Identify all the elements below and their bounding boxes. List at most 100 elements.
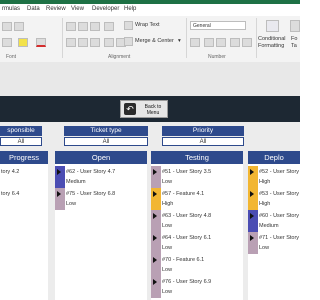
priority-color-bar bbox=[151, 188, 161, 210]
ticket-title: #62 - User Story 4.7 bbox=[66, 169, 116, 175]
number-format-value: General bbox=[193, 23, 211, 29]
ticket-priority: Low bbox=[162, 267, 173, 273]
priority-color-bar bbox=[151, 254, 161, 276]
tab-view[interactable]: View bbox=[71, 6, 84, 12]
filter-ticket-type-value[interactable]: All bbox=[64, 137, 148, 146]
percent-style-icon[interactable] bbox=[204, 38, 214, 47]
ticket-card[interactable]: #60 - User Story Medium bbox=[248, 210, 300, 232]
format-as-table-label-2[interactable]: Ta bbox=[291, 43, 297, 49]
ticket-title: tory 6.4 bbox=[1, 191, 20, 197]
chevron-down-icon[interactable]: ▾ bbox=[178, 38, 181, 44]
ticket-title: #57 - Feature 4.1 bbox=[162, 191, 205, 197]
align-left-icon[interactable] bbox=[66, 38, 76, 47]
ticket-card[interactable]: #52 - User Story High bbox=[248, 166, 300, 188]
ticket-priority: High bbox=[259, 179, 271, 185]
ticket-title: tory 4.2 bbox=[1, 169, 20, 175]
ticket-priority: Medium bbox=[259, 223, 279, 229]
align-right-icon[interactable] bbox=[90, 38, 100, 47]
font-size-up-icon[interactable] bbox=[2, 22, 12, 31]
ticket-title: #63 - User Story 4.8 bbox=[162, 213, 212, 219]
conditional-formatting-label-2[interactable]: Formatting bbox=[258, 43, 284, 49]
priority-color-bar bbox=[248, 188, 258, 210]
tab-review[interactable]: Review bbox=[46, 6, 66, 12]
flag-icon bbox=[153, 235, 157, 241]
ticket-title: #60 - User Story bbox=[259, 213, 300, 219]
back-to-menu-button[interactable]: ↶ Back to Menu bbox=[120, 100, 168, 118]
format-as-table-icon[interactable] bbox=[290, 20, 300, 32]
number-format-select[interactable]: General bbox=[190, 21, 246, 30]
flag-icon bbox=[57, 191, 61, 197]
priority-color-bar bbox=[248, 166, 258, 188]
orientation-icon[interactable] bbox=[104, 22, 114, 31]
arrow-left-icon: ↶ bbox=[124, 103, 136, 115]
column-deployed: #52 - User Story High #53 - User Story H… bbox=[248, 164, 300, 300]
ticket-card[interactable]: tory 4.2 bbox=[0, 166, 48, 188]
currency-format-icon[interactable] bbox=[190, 38, 200, 47]
column-header-open: Open bbox=[55, 151, 147, 164]
wrap-text-button[interactable]: Wrap Text bbox=[135, 22, 160, 28]
borders-icon[interactable] bbox=[2, 38, 12, 47]
ticket-title: #76 - User Story 6.9 bbox=[162, 279, 212, 285]
decrease-indent-icon[interactable] bbox=[104, 38, 114, 47]
ticket-card[interactable]: #51 - User Story 3.5 Low bbox=[151, 166, 243, 188]
priority-color-bar bbox=[55, 188, 65, 210]
tab-help[interactable]: Help bbox=[124, 6, 136, 12]
sheet-blank-area bbox=[0, 62, 300, 96]
priority-color-bar bbox=[151, 232, 161, 254]
flag-icon bbox=[153, 191, 157, 197]
decrease-decimal-icon[interactable] bbox=[242, 38, 252, 47]
ticket-priority: Low bbox=[162, 245, 173, 251]
filter-responsible-value[interactable]: All bbox=[0, 137, 42, 146]
divider bbox=[256, 18, 257, 58]
ticket-card[interactable]: #70 - Feature 6.1 Low bbox=[151, 254, 243, 276]
priority-color-bar bbox=[248, 232, 258, 254]
font-size-down-icon[interactable] bbox=[14, 22, 24, 31]
back-to-menu-label: Back to Menu bbox=[139, 104, 167, 116]
fill-color-icon[interactable] bbox=[18, 38, 28, 47]
ribbon-tabs: rmulas Data Review View Developer Help bbox=[0, 4, 300, 16]
ribbon: Wrap Text Merge & Center ▾ General Condi… bbox=[0, 16, 300, 63]
wrap-text-icon bbox=[124, 21, 133, 30]
column-header-deployed: Deplo bbox=[248, 151, 300, 164]
ticket-card[interactable]: tory 6.4 bbox=[0, 188, 48, 210]
ticket-card[interactable]: #76 - User Story 6.9 Low bbox=[151, 276, 243, 298]
conditional-formatting-label-1[interactable]: Conditional bbox=[258, 36, 286, 42]
column-open: #62 - User Story 4.7 Medium #75 - User S… bbox=[55, 164, 147, 300]
flag-icon bbox=[250, 169, 254, 175]
increase-decimal-icon[interactable] bbox=[230, 38, 240, 47]
filter-priority-label: Priority bbox=[162, 126, 244, 136]
flag-icon bbox=[153, 169, 157, 175]
ticket-card[interactable]: #63 - User Story 4.8 Low bbox=[151, 210, 243, 232]
ticket-card[interactable]: #62 - User Story 4.7 Medium bbox=[55, 166, 147, 188]
ticket-priority: Low bbox=[259, 245, 270, 251]
font-color-icon[interactable] bbox=[36, 38, 46, 47]
align-middle-icon[interactable] bbox=[78, 22, 88, 31]
format-as-table-label-1[interactable]: Fo bbox=[291, 36, 297, 42]
ticket-card[interactable]: #53 - User Story High bbox=[248, 188, 300, 210]
merge-center-button[interactable]: Merge & Center bbox=[135, 38, 174, 44]
filter-priority-value[interactable]: All bbox=[162, 137, 244, 146]
ticket-title: #53 - User Story bbox=[259, 191, 300, 197]
flag-icon bbox=[57, 169, 61, 175]
column-header-testing: Testing bbox=[151, 151, 243, 164]
ticket-card[interactable]: #75 - User Story 6.8 Low bbox=[55, 188, 147, 210]
tab-data[interactable]: Data bbox=[27, 6, 40, 12]
comma-style-icon[interactable] bbox=[216, 38, 226, 47]
align-center-icon[interactable] bbox=[78, 38, 88, 47]
ticket-priority: Low bbox=[162, 289, 173, 295]
ticket-card[interactable]: #57 - Feature 4.1 High bbox=[151, 188, 243, 210]
ticket-title: #64 - User Story 6.1 bbox=[162, 235, 212, 241]
tab-developer[interactable]: Developer bbox=[92, 6, 119, 12]
ticket-priority: High bbox=[259, 201, 271, 207]
align-bottom-icon[interactable] bbox=[90, 22, 100, 31]
ticket-title: #52 - User Story bbox=[259, 169, 300, 175]
conditional-formatting-icon[interactable] bbox=[266, 20, 279, 32]
tab-formulas[interactable]: rmulas bbox=[2, 6, 20, 12]
ticket-card[interactable]: #71 - User Story Low bbox=[248, 232, 300, 254]
column-testing: #51 - User Story 3.5 Low #57 - Feature 4… bbox=[151, 164, 243, 300]
filter-responsible-label: sponsible bbox=[0, 126, 42, 136]
ticket-card[interactable]: #64 - User Story 6.1 Low bbox=[151, 232, 243, 254]
align-top-icon[interactable] bbox=[66, 22, 76, 31]
ticket-title: #71 - User Story bbox=[259, 235, 300, 241]
merge-center-icon bbox=[124, 37, 133, 46]
